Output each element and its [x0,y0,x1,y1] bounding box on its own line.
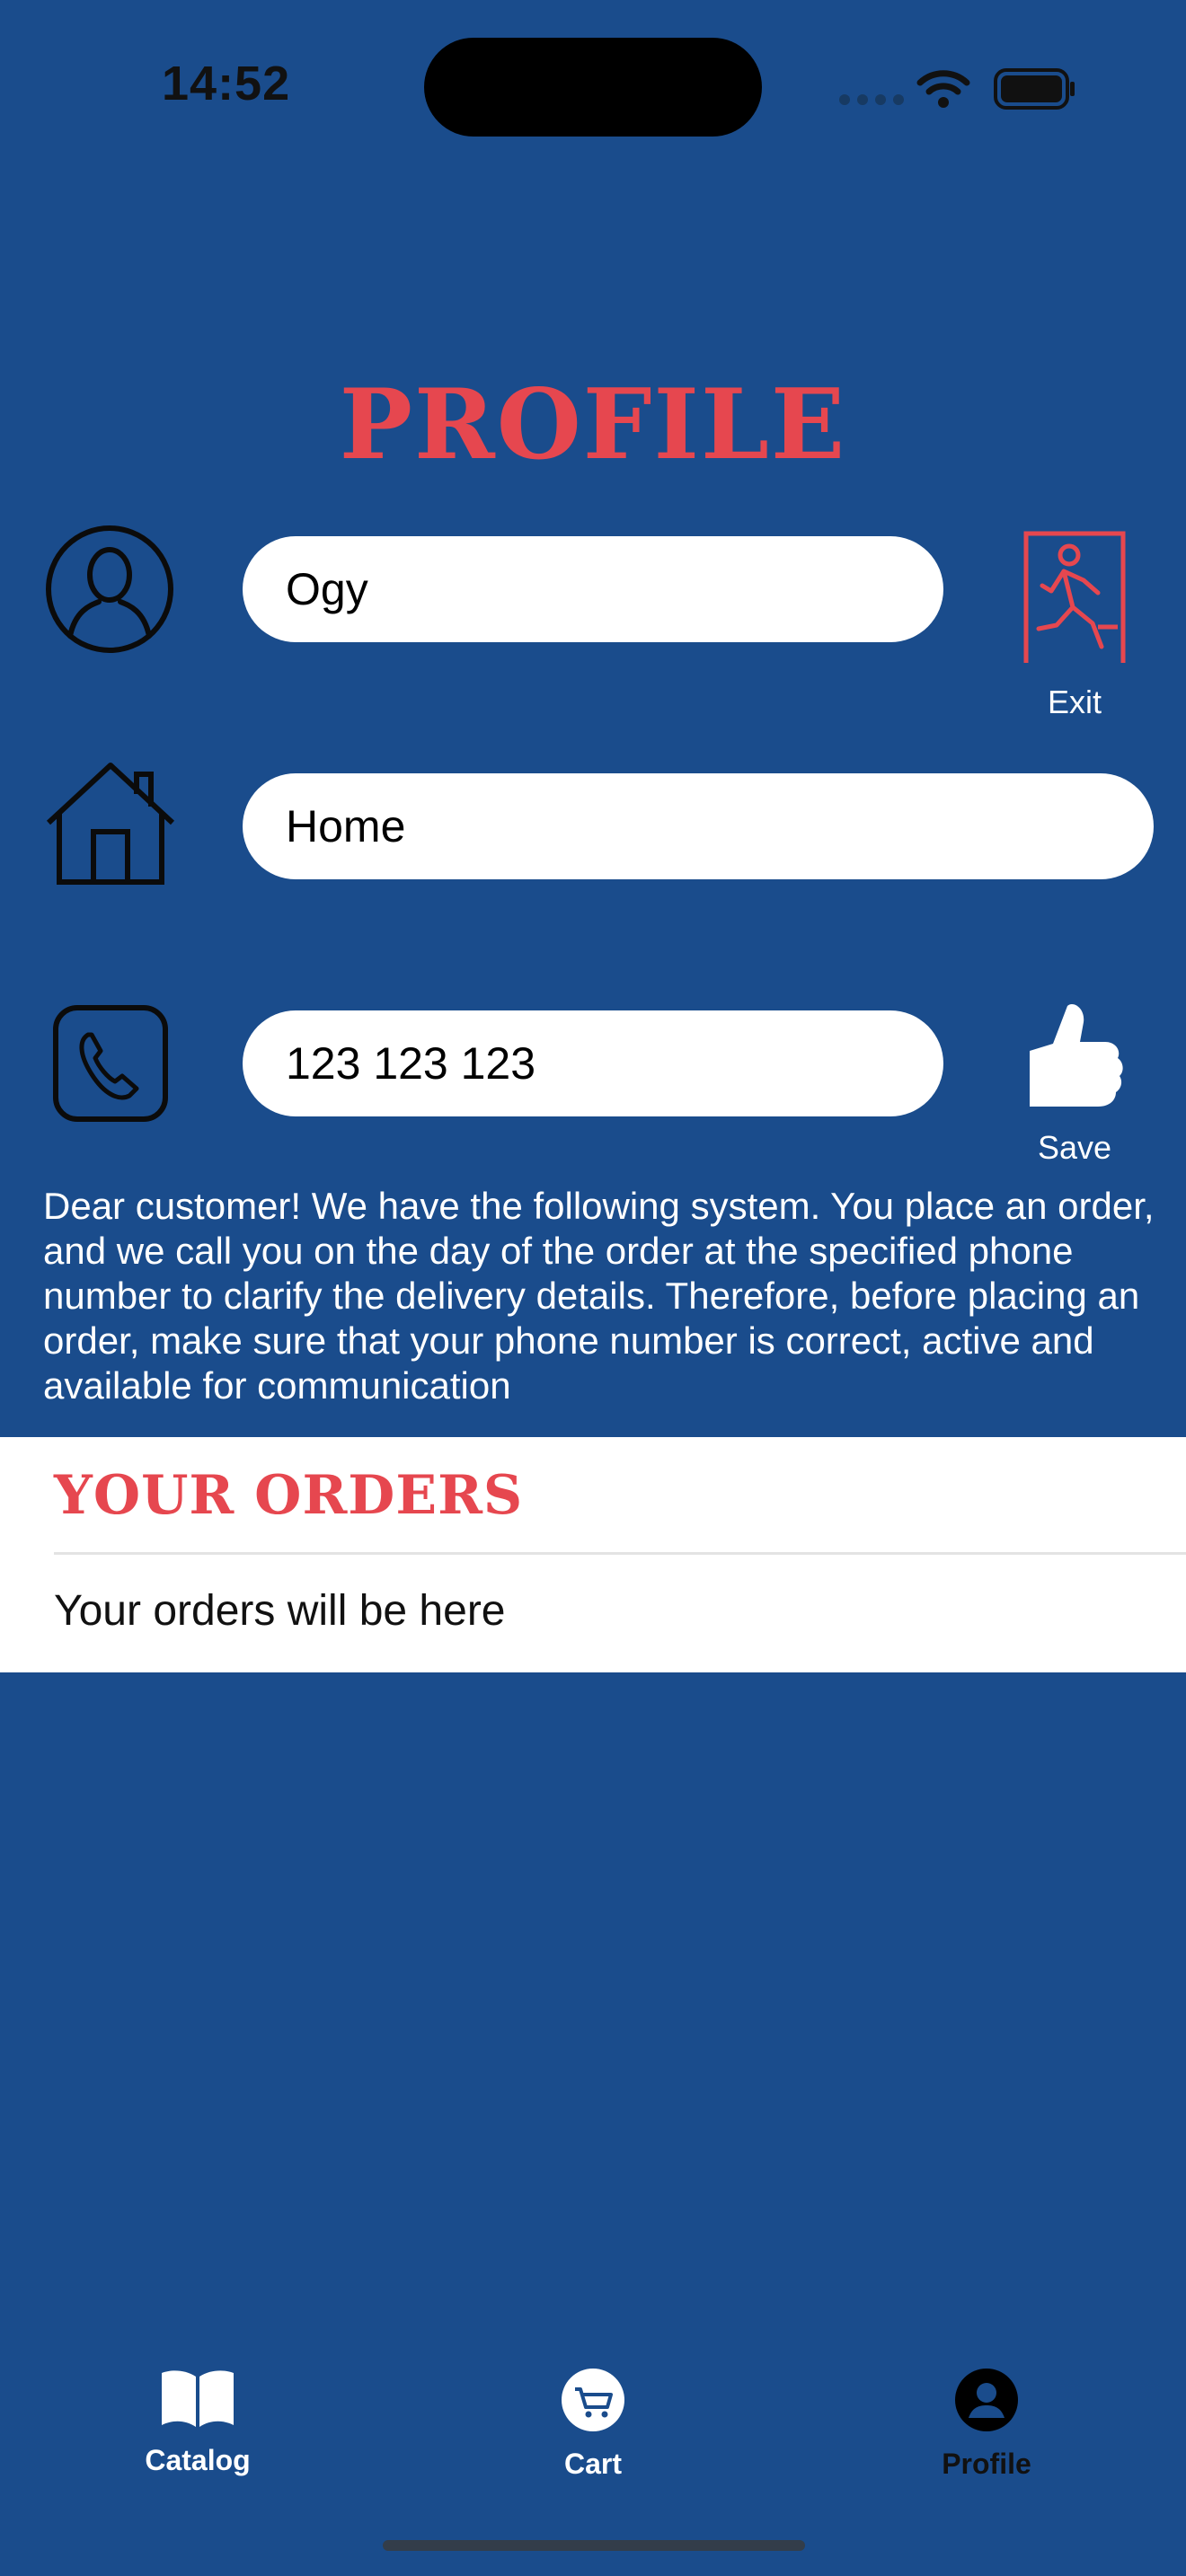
address-field[interactable] [243,773,1154,879]
orders-divider [54,1552,1186,1555]
save-label: Save [1037,1129,1112,1166]
tab-cart-label: Cart [563,2448,622,2480]
cellular-signal-icon [839,93,911,110]
home-indicator [383,2540,805,2551]
orders-empty-text: Your orders will be here [54,1587,506,1635]
save-button[interactable]: Save [1006,999,1143,1167]
tab-profile[interactable]: Profile [879,2368,1094,2481]
exit-button[interactable]: Exit [1006,528,1143,721]
status-time: 14:52 [162,57,291,110]
home-icon [43,758,178,892]
cart-icon [562,2369,624,2431]
wifi-icon [916,68,970,114]
tab-catalog-label: Catalog [145,2444,251,2476]
dynamic-island [424,38,762,137]
tab-catalog[interactable]: Catalog [90,2368,305,2477]
person-icon [955,2369,1018,2431]
tab-profile-label: Profile [942,2448,1031,2480]
tab-cart[interactable]: Cart [485,2368,701,2481]
orders-title: YOUR ORDERS [54,1464,524,1527]
page-title: PROFILE [339,368,847,481]
thumbs-up-icon [1030,1004,1123,1107]
phone-icon [43,1004,178,1131]
orders-panel: YOUR ORDERS Your orders will be here [0,1437,1186,1672]
book-icon [162,2370,234,2427]
phone-field[interactable] [243,1010,943,1116]
name-field[interactable] [243,536,943,642]
exit-label: Exit [1047,684,1102,720]
battery-icon [994,68,1076,114]
user-icon [43,523,176,660]
customer-notice: Dear customer! We have the following sys… [43,1185,1155,1407]
exit-door-icon [1023,531,1126,663]
